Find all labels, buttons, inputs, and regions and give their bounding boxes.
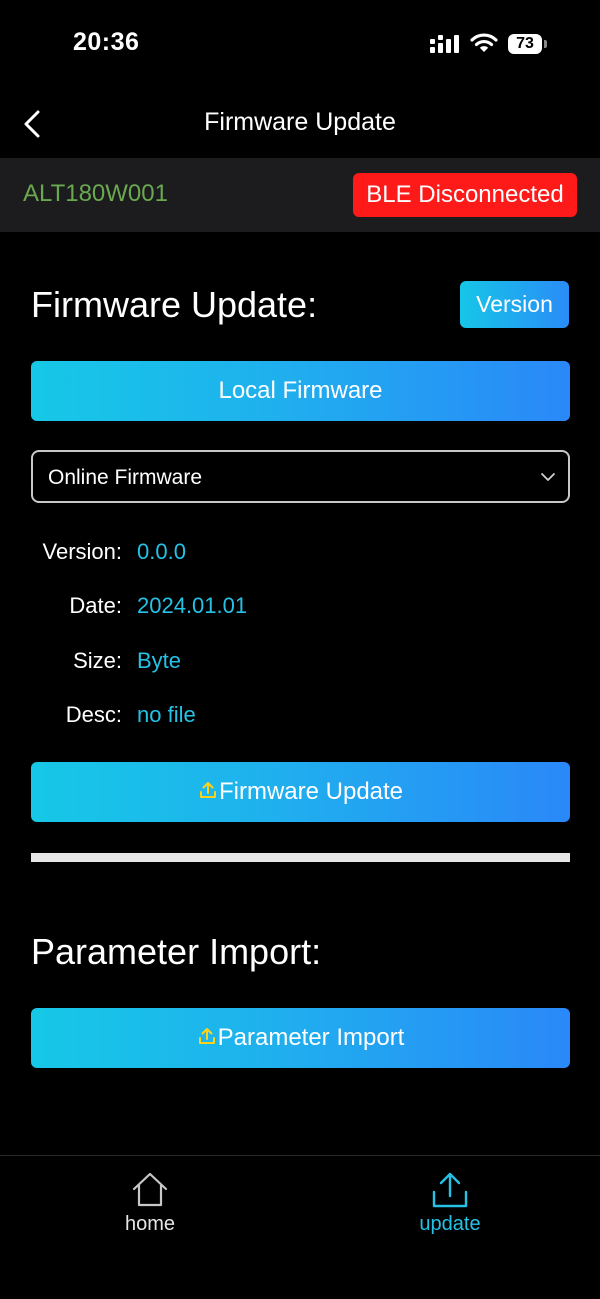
nav-bar: Firmware Update — [0, 90, 600, 158]
parameter-import-button[interactable]: Parameter Import — [31, 1008, 570, 1068]
status-time: 20:36 — [73, 28, 140, 56]
tab-bar: home update — [0, 1155, 600, 1299]
upload-icon — [198, 1028, 215, 1044]
chevron-down-icon — [541, 473, 555, 481]
version-button[interactable]: Version — [460, 281, 569, 328]
online-firmware-select[interactable]: Online Firmware — [31, 450, 570, 503]
info-label-date: Date: — [69, 593, 122, 618]
info-value-size: Byte — [137, 648, 182, 673]
upload-icon — [432, 1172, 468, 1208]
firmware-update-button[interactable]: Firmware Update — [31, 762, 570, 822]
tab-home[interactable]: home — [80, 1170, 220, 1250]
info-label-version: Version: — [42, 539, 123, 564]
parameter-import-heading: Parameter Import: — [31, 931, 322, 972]
tab-home-label: home — [124, 1213, 176, 1235]
page-title: Firmware Update — [204, 108, 396, 136]
online-firmware-select-value: Online Firmware — [48, 466, 203, 489]
info-label-size: Size: — [73, 648, 122, 673]
signal-icon — [430, 35, 459, 53]
wifi-icon — [470, 33, 498, 52]
info-value-version: 0.0.0 — [137, 539, 186, 564]
firmware-update-heading: Firmware Update: — [31, 284, 318, 325]
battery-level: 73 — [516, 35, 534, 52]
tab-update-label: update — [419, 1213, 481, 1235]
home-indicator — [200, 1284, 400, 1290]
firmware-update-button-label: Firmware Update — [218, 778, 404, 805]
info-label-desc: Desc: — [65, 702, 122, 727]
tab-update[interactable]: update — [380, 1170, 520, 1250]
section-divider — [31, 853, 570, 862]
battery-icon: 73 — [508, 33, 548, 55]
status-bar: 20:36 73 — [0, 0, 600, 90]
device-name: ALT180W001 — [23, 180, 168, 207]
ble-status-badge[interactable]: BLE Disconnected — [353, 173, 577, 217]
info-value-desc: no file — [137, 702, 196, 727]
home-icon — [132, 1172, 168, 1207]
parameter-import-button-label: Parameter Import — [217, 1024, 405, 1051]
info-value-date: 2024.01.01 — [137, 593, 248, 618]
upload-icon — [199, 782, 216, 798]
local-firmware-button[interactable]: Local Firmware — [31, 361, 570, 421]
